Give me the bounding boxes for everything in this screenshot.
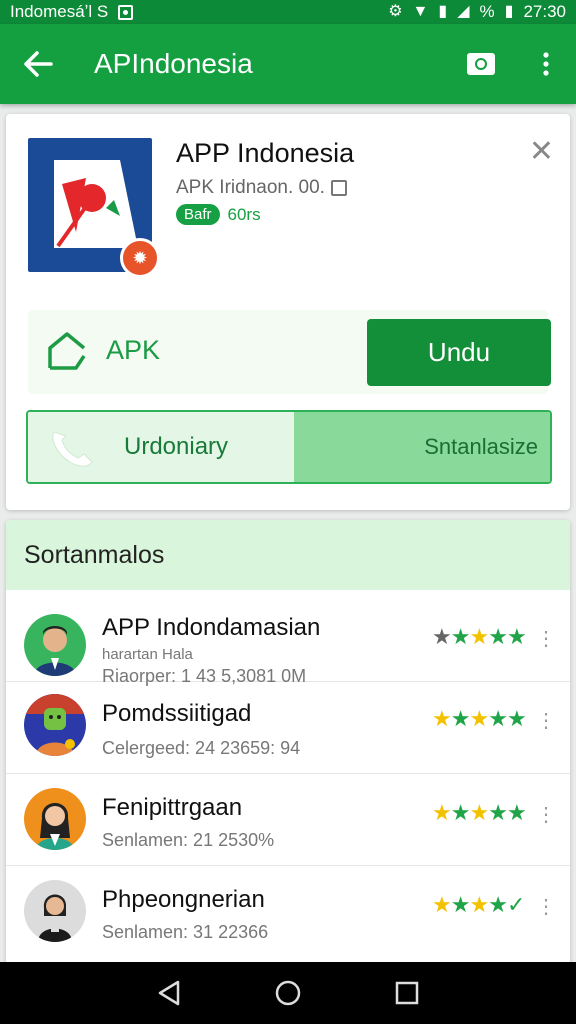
list-card: Sortanmalos APP Indondamasian harartan H…: [6, 520, 570, 970]
rating-stars: ★★★★★: [432, 706, 527, 731]
app-name: APP Indonesia: [176, 138, 355, 168]
nav-home-icon[interactable]: [268, 973, 308, 1013]
app-subtitle-text: APK Iridnaon. 00.: [176, 177, 325, 198]
camera-button[interactable]: [446, 24, 516, 104]
apk-label: APK: [106, 334, 161, 365]
carrier-label: Indomesáʼl S: [10, 2, 109, 21]
notification-icon: [118, 4, 134, 20]
app-logo: ✹: [28, 138, 160, 278]
list-item[interactable]: Pomdssiitigad Celergeed: 24 23659: 94 ★★…: [6, 682, 570, 774]
navigation-bar: [0, 962, 576, 1024]
segment-left[interactable]: Urdoniary: [28, 412, 294, 482]
rating-stars: ★★★★★: [432, 800, 527, 825]
sim-icon: ▮: [438, 3, 448, 20]
item-meta: Senlamen: 21 2530%: [102, 830, 275, 850]
wifi-icon: ▼: [412, 3, 429, 20]
more-vert-icon[interactable]: ⋮: [536, 626, 556, 651]
back-arrow-icon[interactable]: [0, 24, 76, 104]
settings-icon: ⚙: [388, 3, 403, 20]
camera-icon: [467, 53, 495, 75]
status-bar: Indomesáʼl S ⚙ ▼ ▮ ◢ % ▮ 27:30: [0, 0, 576, 24]
rating-stars: ★★★★✓: [432, 892, 525, 917]
battery-icon: ▮: [504, 3, 514, 20]
info-icon: [330, 180, 347, 196]
item-title: APP Indondamasian: [102, 614, 321, 641]
phone-icon: [52, 431, 93, 467]
list-item[interactable]: Fenipittrgaan Senlamen: 21 2530% ★★★★★ ⋮: [6, 774, 570, 866]
item-title: Pomdssiitigad: [102, 700, 252, 727]
rating-stars: ★★★★★: [432, 624, 527, 649]
segmented-control: Urdoniary Sntanlasize: [26, 410, 552, 484]
house-icon: [48, 332, 86, 370]
more-vert-icon[interactable]: ⋮: [536, 894, 556, 919]
item-title: Phpeongnerian: [102, 886, 265, 913]
percent-label: %: [479, 2, 495, 21]
app-subtitle: APK Iridnaon. 00.: [176, 177, 347, 199]
avatar: [24, 880, 86, 942]
segment-left-label: Urdoniary: [124, 433, 229, 460]
download-button[interactable]: Undu: [367, 319, 551, 386]
more-vert-icon[interactable]: [516, 24, 576, 104]
app-card: ✹ APP Indonesia APK Iridnaon. 00. Bafr 6…: [6, 114, 570, 510]
segment-right[interactable]: Sntanlasize: [294, 412, 550, 482]
list-item[interactable]: Phpeongnerian Senlamen: 31 22366 ★★★★✓ ⋮: [6, 866, 570, 958]
item-subtitle: harartan Hala: [102, 646, 193, 663]
avatar: [24, 788, 86, 850]
app-tags: Bafr 60rs: [176, 204, 261, 225]
nav-recents-icon[interactable]: [387, 973, 427, 1013]
more-vert-icon[interactable]: ⋮: [536, 802, 556, 827]
avatar: [24, 694, 86, 756]
app-bar: APIndonesia: [0, 24, 576, 104]
item-meta: Celergeed: 24 23659: 94: [102, 738, 301, 758]
tag-text: 60rs: [227, 204, 261, 224]
signal-icon: ◢: [457, 3, 470, 20]
segment-right-label: Sntanlasize: [424, 434, 538, 459]
section-header: Sortanmalos: [6, 520, 570, 590]
close-icon[interactable]: ✕: [529, 134, 554, 169]
more-vert-icon[interactable]: ⋮: [536, 708, 556, 733]
nav-back-icon[interactable]: [149, 973, 189, 1013]
page-title: APIndonesia: [94, 48, 253, 79]
item-meta: Senlamen: 31 22366: [102, 922, 269, 942]
item-title: Fenipittrgaan: [102, 794, 243, 821]
avatar: [24, 614, 86, 676]
time-label: 27:30: [523, 2, 566, 21]
tag-pill: Bafr: [176, 204, 220, 225]
gear-icon: ✹: [120, 238, 160, 278]
list-item[interactable]: APP Indondamasian harartan Hala Riaorper…: [6, 590, 570, 686]
